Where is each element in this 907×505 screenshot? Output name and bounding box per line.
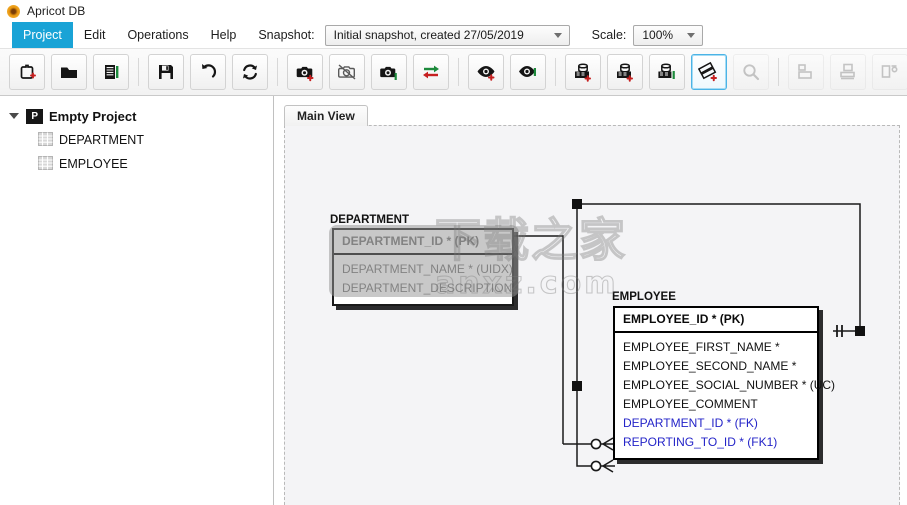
open-project-button[interactable] (51, 54, 87, 90)
edit-database-button[interactable] (649, 54, 685, 90)
toolbar-separator (555, 58, 556, 86)
new-view-button[interactable] (468, 54, 504, 90)
apricot-circle-icon (7, 4, 20, 18)
entity-department[interactable]: DEPARTMENT_ID * (PK) DEPARTMENT_NAME * (… (332, 228, 514, 306)
tree-node-employee-label: EMPLOYEE (59, 157, 128, 171)
entity-title-department: DEPARTMENT (330, 214, 410, 226)
database-delete-icon (614, 61, 636, 83)
database-pencil-icon (656, 61, 678, 83)
camera-pencil-icon (378, 61, 400, 83)
entity-column: EMPLOYEE_SECOND_NAME * (623, 359, 797, 373)
table-grid-icon (38, 131, 53, 149)
entity-employee[interactable]: EMPLOYEE_ID * (PK) EMPLOYEE_FIRST_NAME *… (613, 306, 836, 460)
chevron-down-icon (687, 33, 696, 38)
scale-label: Scale: (591, 28, 627, 42)
toolbar-separator (138, 58, 139, 86)
tree-node-department[interactable]: DEPARTMENT (0, 128, 273, 152)
tab-main-view[interactable]: Main View (284, 105, 368, 126)
entity-column-fk: REPORTING_TO_ID * (FK1) (623, 435, 778, 449)
new-project-button[interactable] (9, 54, 45, 90)
project-report-button[interactable] (93, 54, 129, 90)
tree-node-employee[interactable]: EMPLOYEE (0, 152, 273, 176)
align-bottom-icon (837, 61, 859, 83)
tree-node-project-label: Empty Project (49, 108, 137, 124)
new-database-button[interactable] (565, 54, 601, 90)
toolbar-separator (778, 58, 779, 86)
diagram-canvas[interactable]: DEPARTMENT DEPARTMENT_ID * (PK) DEPARTME… (285, 126, 899, 505)
scale-select[interactable]: 100% (633, 24, 704, 46)
menu-project[interactable]: Project (12, 22, 73, 48)
snapshot-select-value: Initial snapshot, created 27/05/2019 (333, 28, 524, 42)
document-list-icon (100, 61, 122, 83)
snapshot-select[interactable]: Initial snapshot, created 27/05/2019 (324, 24, 570, 46)
expand-triangle-icon[interactable] (8, 110, 20, 122)
snapshot-label: Snapshot: (258, 28, 315, 42)
database-plus-icon (572, 61, 594, 83)
new-snapshot-button[interactable] (287, 54, 323, 90)
entity-column: EMPLOYEE_SOCIAL_NUMBER * (UC) (623, 378, 836, 392)
project-badge-icon: P (26, 108, 43, 124)
add-table-button[interactable] (691, 54, 727, 90)
search-button[interactable] (733, 54, 769, 90)
view-tab-strip: Main View (284, 104, 900, 126)
undo-arrow-icon (197, 61, 219, 83)
distribute-icon (879, 61, 901, 83)
refresh-circular-icon (239, 61, 261, 83)
eye-plus-icon (475, 61, 497, 83)
undo-button[interactable] (190, 54, 226, 90)
entity-employee-pk-column: EMPLOYEE_ID * (PK) (615, 308, 817, 333)
eye-pencil-icon (517, 61, 539, 83)
window-title: Apricot DB (27, 4, 86, 18)
delete-snapshot-button[interactable] (329, 54, 365, 90)
workspace: P Empty Project DEPARTMENT EMPLOYEE Main… (0, 96, 907, 505)
menu-edit[interactable]: Edit (73, 22, 117, 48)
diagram-canvas-container[interactable]: DEPARTMENT DEPARTMENT_ID * (PK) DEPARTME… (284, 125, 900, 505)
distribute-button[interactable] (872, 54, 907, 90)
delete-database-button[interactable] (607, 54, 643, 90)
entity-column-fk: DEPARTMENT_ID * (FK) (623, 416, 758, 430)
tree-node-department-label: DEPARTMENT (59, 133, 144, 147)
folder-open-icon (58, 61, 80, 83)
align-left-icon (795, 61, 817, 83)
floppy-disk-icon (155, 61, 177, 83)
swap-arrows-icon (420, 61, 442, 83)
entity-column: DEPARTMENT_DESCRIPTION (342, 281, 513, 295)
entity-department-columns: DEPARTMENT_NAME * (UIDX) DEPARTMENT_DESC… (334, 255, 513, 304)
scale-select-value: 100% (642, 28, 674, 42)
tree-node-project[interactable]: P Empty Project (0, 104, 273, 128)
menu-help[interactable]: Help (200, 22, 248, 48)
align-left-button[interactable] (788, 54, 824, 90)
camera-delete-icon (336, 61, 358, 83)
entity-column: DEPARTMENT_NAME * (UIDX) (342, 262, 513, 276)
refresh-button[interactable] (232, 54, 268, 90)
entity-column: EMPLOYEE_FIRST_NAME * (623, 340, 780, 354)
camera-plus-icon (294, 61, 316, 83)
menu-bar: Project Edit Operations Help Snapshot: I… (0, 22, 907, 48)
magnifier-icon (740, 61, 762, 83)
toolbar-separator (458, 58, 459, 86)
edit-snapshot-button[interactable] (371, 54, 407, 90)
main-view-panel: Main View DEPARTMENT DEPARTMENT_ID * (PK… (274, 96, 907, 505)
compare-snapshots-button[interactable] (413, 54, 449, 90)
chevron-down-icon (553, 33, 562, 38)
project-tree-panel: P Empty Project DEPARTMENT EMPLOYEE (0, 96, 274, 505)
menu-operations[interactable]: Operations (116, 22, 199, 48)
table-grid-icon (38, 155, 53, 173)
edit-view-button[interactable] (510, 54, 546, 90)
title-bar: Apricot DB (0, 0, 907, 22)
briefcase-plus-icon (16, 61, 38, 83)
align-bottom-button[interactable] (830, 54, 866, 90)
main-toolbar (0, 48, 907, 96)
save-button[interactable] (148, 54, 184, 90)
tables-plus-icon (698, 61, 720, 83)
toolbar-separator (277, 58, 278, 86)
entity-title-employee: EMPLOYEE (612, 291, 676, 303)
entity-column: EMPLOYEE_COMMENT (623, 397, 758, 411)
entity-employee-columns: EMPLOYEE_FIRST_NAME * EMPLOYEE_SECOND_NA… (615, 333, 836, 458)
entity-department-pk-column: DEPARTMENT_ID * (PK) (334, 230, 512, 255)
